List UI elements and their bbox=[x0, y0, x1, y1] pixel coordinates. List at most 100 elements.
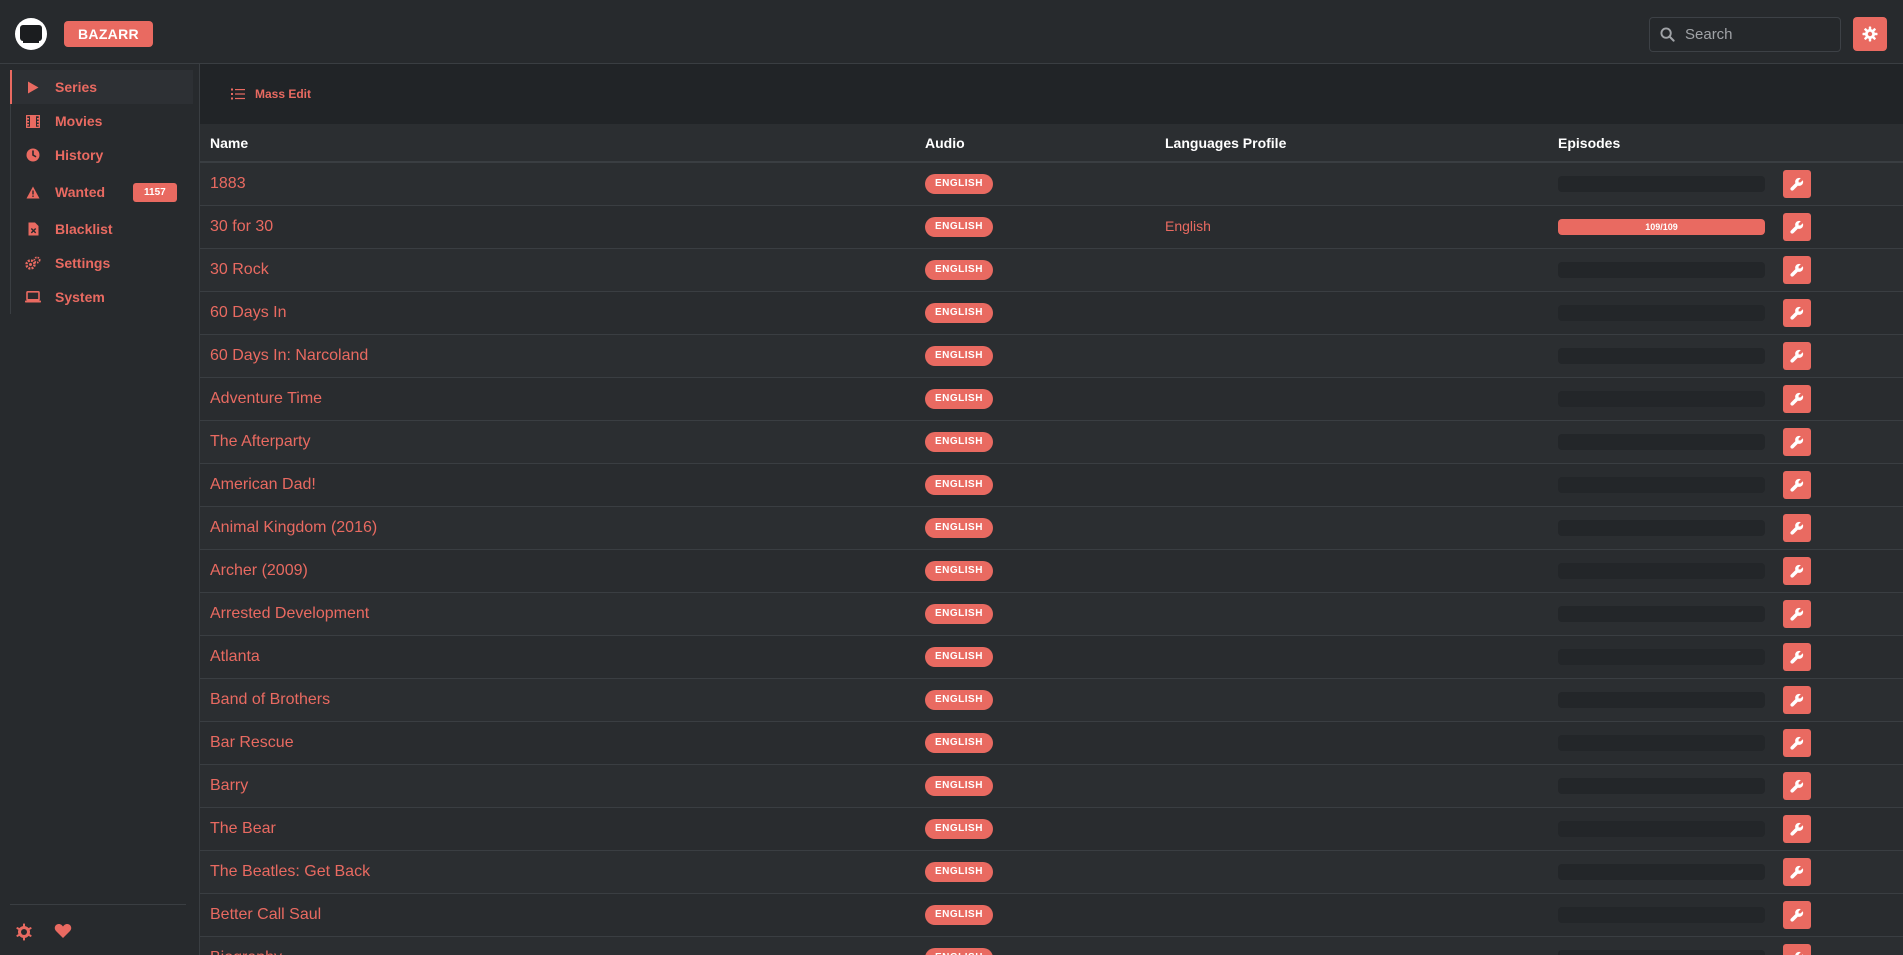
column-header-episodes[interactable]: Episodes bbox=[1548, 124, 1773, 163]
episodes-cell bbox=[1548, 721, 1773, 765]
warning-icon bbox=[25, 184, 41, 200]
wrench-icon bbox=[1790, 177, 1804, 191]
table-row: Arrested Development ENGLISH bbox=[200, 592, 1903, 636]
film-icon bbox=[25, 113, 41, 129]
series-name-link[interactable]: Animal Kingdom (2016) bbox=[210, 519, 377, 536]
series-name-link[interactable]: The Beatles: Get Back bbox=[210, 863, 370, 880]
edit-series-button[interactable] bbox=[1783, 599, 1811, 628]
sidebar-item-blacklist[interactable]: Blacklist bbox=[11, 212, 193, 246]
search-input[interactable] bbox=[1685, 26, 1835, 43]
series-name-link[interactable]: Bar Rescue bbox=[210, 734, 294, 751]
audio-language-badge: ENGLISH bbox=[925, 948, 993, 955]
search-icon bbox=[1660, 27, 1675, 42]
episodes-progress-bar bbox=[1558, 734, 1765, 751]
actions-cell bbox=[1773, 850, 1903, 894]
series-name-cell: American Dad! bbox=[200, 463, 915, 507]
series-name-link[interactable]: 30 Rock bbox=[210, 261, 269, 278]
gear-icon bbox=[1862, 26, 1878, 42]
profile-cell bbox=[1155, 420, 1548, 464]
episodes-cell bbox=[1548, 162, 1773, 206]
edit-series-button[interactable] bbox=[1783, 814, 1811, 843]
series-name-cell: Biography bbox=[200, 936, 915, 955]
edit-series-button[interactable] bbox=[1783, 169, 1811, 198]
series-name-link[interactable]: The Bear bbox=[210, 820, 276, 837]
edit-series-button[interactable] bbox=[1783, 470, 1811, 499]
series-name-link[interactable]: Biography bbox=[210, 949, 282, 955]
table-row: American Dad! ENGLISH bbox=[200, 463, 1903, 507]
edit-series-button[interactable] bbox=[1783, 298, 1811, 327]
mass-edit-button[interactable]: Mass Edit bbox=[231, 87, 311, 101]
edit-series-button[interactable] bbox=[1783, 255, 1811, 284]
edit-series-button[interactable] bbox=[1783, 513, 1811, 542]
episodes-cell bbox=[1548, 549, 1773, 593]
audio-language-badge: ENGLISH bbox=[925, 303, 993, 323]
series-name-cell: Band of Brothers bbox=[200, 678, 915, 722]
edit-series-button[interactable] bbox=[1783, 212, 1811, 241]
episodes-progress-bar bbox=[1558, 304, 1765, 321]
sidebar-item-movies[interactable]: Movies bbox=[11, 104, 193, 138]
column-header-languages-profile[interactable]: Languages Profile bbox=[1155, 124, 1548, 163]
search-box[interactable] bbox=[1649, 17, 1841, 52]
edit-series-button[interactable] bbox=[1783, 427, 1811, 456]
series-name-link[interactable]: 60 Days In: Narcoland bbox=[210, 347, 368, 364]
series-name-link[interactable]: American Dad! bbox=[210, 476, 316, 493]
series-name-link[interactable]: 60 Days In bbox=[210, 304, 286, 321]
series-name-cell: The Afterparty bbox=[200, 420, 915, 464]
series-name-cell: Adventure Time bbox=[200, 377, 915, 421]
bazarr-logo-icon[interactable] bbox=[15, 18, 47, 50]
table-row: Adventure Time ENGLISH bbox=[200, 377, 1903, 421]
series-name-cell: 1883 bbox=[200, 162, 915, 206]
episodes-progress-bar bbox=[1558, 949, 1765, 955]
edit-series-button[interactable] bbox=[1783, 341, 1811, 370]
series-name-link[interactable]: Adventure Time bbox=[210, 390, 322, 407]
audio-cell: ENGLISH bbox=[915, 721, 1155, 765]
actions-cell bbox=[1773, 764, 1903, 808]
series-name-link[interactable]: Atlanta bbox=[210, 648, 260, 665]
series-name-cell: Arrested Development bbox=[200, 592, 915, 636]
audio-language-badge: ENGLISH bbox=[925, 561, 993, 581]
audio-cell: ENGLISH bbox=[915, 592, 1155, 636]
series-name-link[interactable]: Barry bbox=[210, 777, 248, 794]
edit-series-button[interactable] bbox=[1783, 771, 1811, 800]
series-name-cell: 60 Days In: Narcoland bbox=[200, 334, 915, 378]
series-name-link[interactable]: Better Call Saul bbox=[210, 906, 321, 923]
sidebar-item-series[interactable]: Series bbox=[10, 70, 193, 104]
wrench-icon bbox=[1790, 650, 1804, 664]
sidebar-item-history[interactable]: History bbox=[11, 138, 193, 172]
actions-cell bbox=[1773, 635, 1903, 679]
profile-cell bbox=[1155, 377, 1548, 421]
table-row: The Afterparty ENGLISH bbox=[200, 420, 1903, 464]
edit-series-button[interactable] bbox=[1783, 642, 1811, 671]
heart-icon[interactable] bbox=[54, 923, 72, 944]
edit-series-button[interactable] bbox=[1783, 943, 1811, 955]
column-header-audio[interactable]: Audio bbox=[915, 124, 1155, 163]
edit-series-button[interactable] bbox=[1783, 384, 1811, 413]
sidebar-item-system[interactable]: System bbox=[11, 280, 193, 314]
series-name-cell: The Beatles: Get Back bbox=[200, 850, 915, 894]
column-header-actions bbox=[1773, 124, 1903, 163]
sidebar-item-settings[interactable]: Settings bbox=[11, 246, 193, 280]
actions-cell bbox=[1773, 377, 1903, 421]
settings-button[interactable] bbox=[1853, 17, 1887, 51]
series-name-link[interactable]: The Afterparty bbox=[210, 433, 311, 450]
series-name-link[interactable]: Band of Brothers bbox=[210, 691, 330, 708]
series-name-link[interactable]: Archer (2009) bbox=[210, 562, 308, 579]
series-name-link[interactable]: Arrested Development bbox=[210, 605, 369, 622]
github-icon[interactable] bbox=[15, 923, 33, 946]
episodes-cell bbox=[1548, 764, 1773, 808]
brand-badge[interactable]: BAZARR bbox=[64, 21, 153, 47]
series-name-link[interactable]: 1883 bbox=[210, 175, 246, 192]
sidebar-item-wanted[interactable]: Wanted 1157 bbox=[11, 172, 193, 212]
table-row: Band of Brothers ENGLISH bbox=[200, 678, 1903, 722]
table-row: Biography ENGLISH bbox=[200, 936, 1903, 955]
edit-series-button[interactable] bbox=[1783, 728, 1811, 757]
series-name-link[interactable]: 30 for 30 bbox=[210, 218, 273, 235]
main-content: Mass Edit Name Audio Languages Profile E… bbox=[200, 64, 1903, 955]
profile-cell bbox=[1155, 721, 1548, 765]
edit-series-button[interactable] bbox=[1783, 556, 1811, 585]
column-header-name[interactable]: Name bbox=[200, 124, 915, 163]
edit-series-button[interactable] bbox=[1783, 857, 1811, 886]
edit-series-button[interactable] bbox=[1783, 900, 1811, 929]
actions-cell bbox=[1773, 893, 1903, 937]
edit-series-button[interactable] bbox=[1783, 685, 1811, 714]
